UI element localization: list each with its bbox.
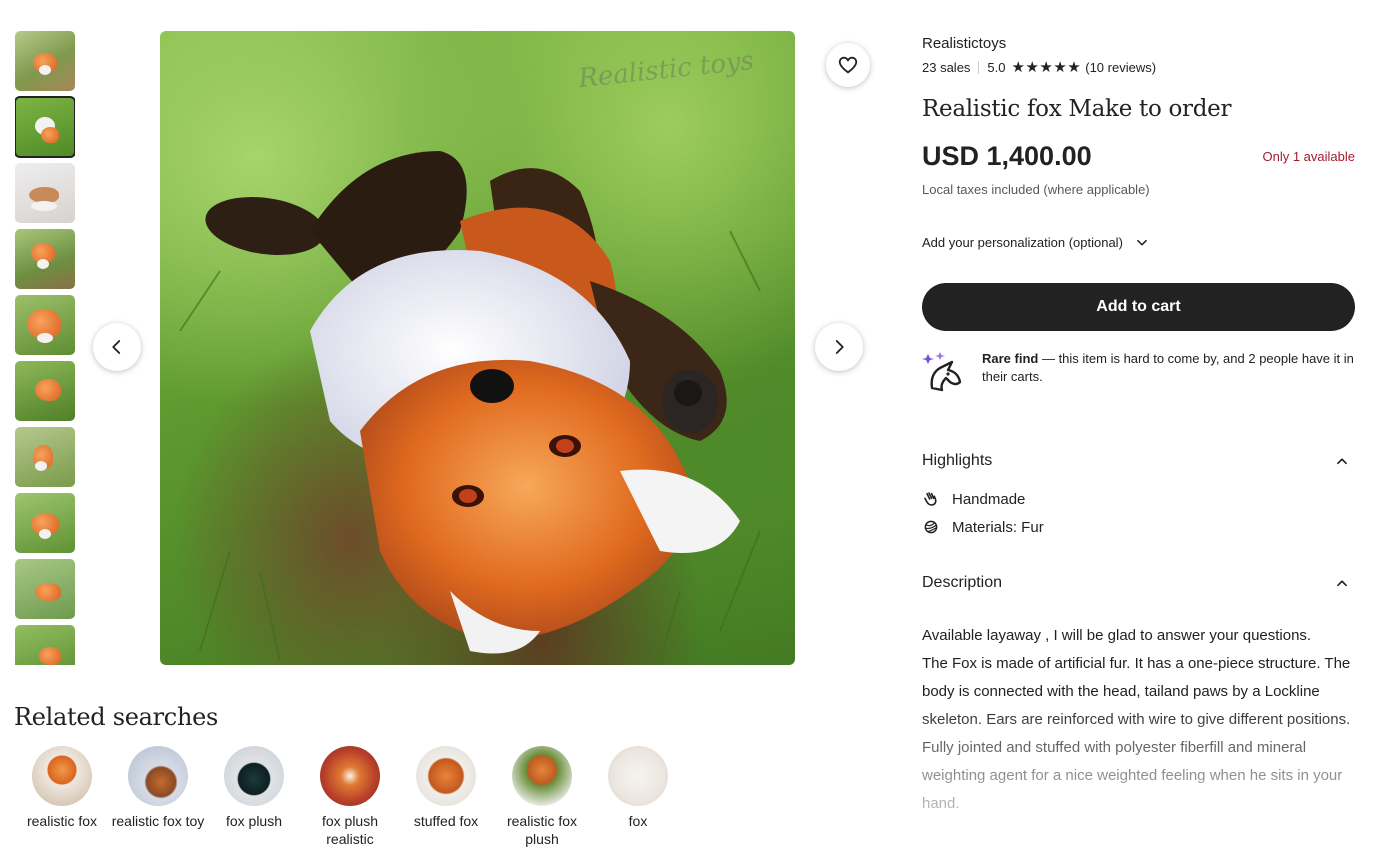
related-search-label: realistic fox toy <box>111 813 205 829</box>
related-search-label: fox plush realistic <box>321 813 379 847</box>
rare-find-bold: Rare find <box>982 351 1039 366</box>
highlight-label: Handmade <box>952 490 1026 508</box>
yarn-icon <box>922 518 940 536</box>
related-searches-title: Related searches <box>14 703 219 731</box>
description-text: Available layaway , I will be glad to an… <box>922 622 1355 818</box>
related-search-image <box>224 746 284 806</box>
thumbnail[interactable] <box>15 493 75 553</box>
thumbnail[interactable] <box>15 163 75 223</box>
previous-image-button[interactable] <box>93 323 141 371</box>
highlights-title: Highlights <box>922 452 993 469</box>
related-search-label: stuffed fox <box>413 813 479 829</box>
unicorn-icon <box>922 352 962 392</box>
related-search-label: fox plush <box>225 813 283 829</box>
related-search-image <box>128 746 188 806</box>
highlight-item-handmade: Handmade <box>922 490 1025 508</box>
next-image-button[interactable] <box>815 323 863 371</box>
thumbnail[interactable] <box>15 427 75 487</box>
thumbnail[interactable] <box>15 361 75 421</box>
chevron-up-icon <box>1337 580 1347 587</box>
product-price: USD 1,400.00 <box>922 141 1092 171</box>
related-search-item[interactable]: realistic fox toy <box>110 746 206 848</box>
related-search-label: realistic fox plush <box>506 813 578 847</box>
personalization-label: Add your personalization (optional) <box>922 235 1123 250</box>
personalization-toggle[interactable]: Add your personalization (optional) <box>922 235 1149 250</box>
rare-find-notice: Rare find — this item is hard to come by… <box>922 350 1355 394</box>
related-search-image <box>320 746 380 806</box>
related-search-item[interactable]: stuffed fox <box>398 746 494 848</box>
favorite-button[interactable] <box>826 43 870 87</box>
related-search-item[interactable]: fox plush <box>206 746 302 848</box>
chevron-left-icon <box>112 340 121 354</box>
related-search-item[interactable]: fox <box>590 746 686 848</box>
related-search-item[interactable]: fox plush realistic <box>302 746 398 848</box>
related-search-image <box>32 746 92 806</box>
rare-find-text: Rare find — this item is hard to come by… <box>982 350 1355 394</box>
hand-icon <box>922 490 940 508</box>
description-section-header[interactable]: Description <box>922 574 1355 592</box>
tax-note: Local taxes included (where applicable) <box>922 182 1150 197</box>
chevron-down-icon <box>1137 239 1147 246</box>
related-search-item[interactable]: realistic fox <box>14 746 110 848</box>
thumbnail[interactable] <box>15 96 75 158</box>
main-product-image: Realistic toys <box>160 31 795 665</box>
thumbnail[interactable] <box>15 559 75 619</box>
related-search-item[interactable]: realistic fox plush <box>494 746 590 848</box>
thumbnail[interactable] <box>15 625 75 665</box>
heart-icon <box>838 56 858 74</box>
related-search-label: realistic fox <box>26 813 98 829</box>
highlight-item-materials: Materials: Fur <box>922 518 1044 536</box>
add-to-cart-button[interactable]: Add to cart <box>922 283 1355 331</box>
thumbnail[interactable] <box>15 31 75 91</box>
highlight-label: Materials: Fur <box>952 518 1044 536</box>
highlights-section-header[interactable]: Highlights <box>922 452 1355 470</box>
related-search-label: fox <box>628 813 648 829</box>
description-paragraph: Available layaway , I will be glad to an… <box>922 627 1312 644</box>
related-searches-list: realistic fox realistic fox toy fox plus… <box>14 746 686 848</box>
thumbnail[interactable] <box>15 295 75 355</box>
shop-meta: 23 sales 5.0 ★★★★★ (10 reviews) <box>922 58 1156 76</box>
rare-find-body: — this item is hard to come by, and 2 pe… <box>982 351 1354 384</box>
thumbnail[interactable] <box>15 229 75 289</box>
description-paragraph: The Fox is made of artificial fur. It ha… <box>922 655 1351 812</box>
fox-illustration <box>179 151 761 662</box>
related-search-image <box>608 746 668 806</box>
chevron-up-icon <box>1337 458 1347 465</box>
availability-note: Only 1 available <box>1262 149 1356 164</box>
related-search-image <box>512 746 572 806</box>
rating-value: 5.0 <box>987 59 1006 75</box>
thumbnail-strip <box>15 31 75 665</box>
related-search-image <box>416 746 476 806</box>
reviews-link[interactable]: (10 reviews) <box>1085 60 1156 75</box>
product-title: Realistic fox Make to order <box>922 96 1232 122</box>
sales-count: 23 sales <box>922 59 971 75</box>
divider <box>978 60 980 74</box>
description-title: Description <box>922 574 1003 591</box>
star-rating-icon: ★★★★★ <box>1011 59 1082 76</box>
chevron-right-icon <box>835 340 844 354</box>
shop-name-link[interactable]: Realistictoys <box>922 35 1006 52</box>
